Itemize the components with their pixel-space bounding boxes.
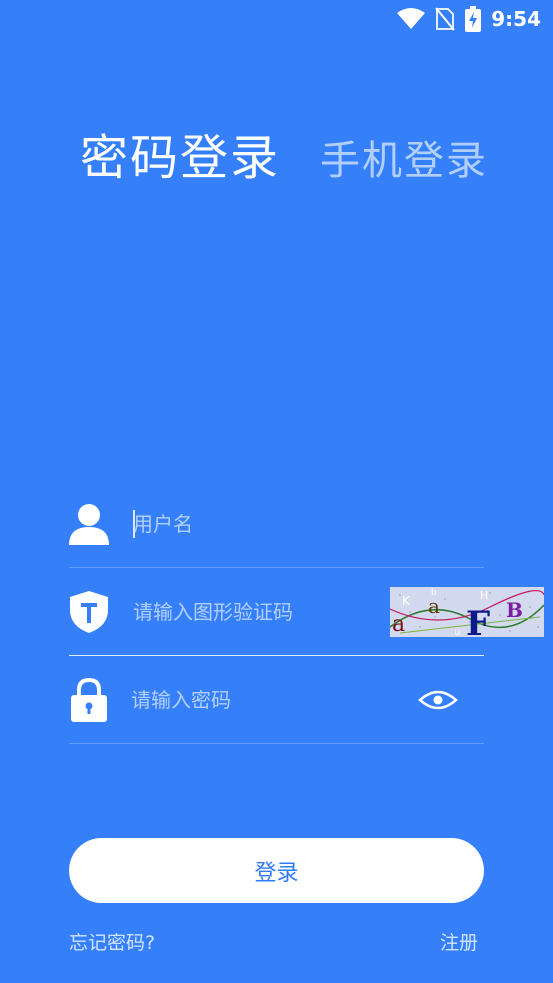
register-link[interactable]: 注册	[440, 928, 478, 955]
captcha-char: a	[392, 612, 405, 637]
forgot-password-link[interactable]: 忘记密码?	[69, 928, 155, 955]
captcha-row: a a F B H b u K	[69, 568, 544, 656]
no-sim-icon	[435, 7, 456, 31]
username-input[interactable]	[133, 503, 484, 544]
status-bar: 9:54	[0, 0, 553, 38]
text-cursor	[133, 510, 135, 538]
captcha-char: F	[466, 604, 490, 637]
lock-icon	[69, 677, 109, 722]
captcha-char: b	[431, 588, 437, 598]
status-icons: 9:54	[397, 6, 541, 32]
captcha-char: B	[506, 598, 523, 622]
tab-password-login[interactable]: 密码登录	[80, 118, 280, 188]
username-row	[69, 480, 484, 568]
user-icon	[69, 502, 109, 546]
wifi-icon	[397, 8, 426, 29]
status-time: 9:54	[491, 7, 541, 31]
battery-charging-icon	[465, 6, 482, 32]
login-tabs: 密码登录 手机登录	[80, 118, 488, 188]
password-input[interactable]	[131, 679, 418, 720]
shield-icon	[69, 590, 109, 634]
login-form: a a F B H b u K	[69, 480, 544, 744]
tab-phone-login[interactable]: 手机登录	[320, 128, 488, 186]
captcha-char: u	[454, 627, 460, 637]
bottom-links: 忘记密码? 注册	[69, 928, 478, 955]
captcha-image[interactable]: a a F B H b u K	[390, 586, 544, 637]
login-button[interactable]: 登录	[69, 838, 484, 903]
captcha-char: H	[480, 589, 488, 602]
captcha-char: K	[402, 594, 411, 608]
captcha-input[interactable]	[133, 591, 382, 632]
password-row	[69, 656, 484, 744]
eye-icon[interactable]	[418, 688, 458, 712]
